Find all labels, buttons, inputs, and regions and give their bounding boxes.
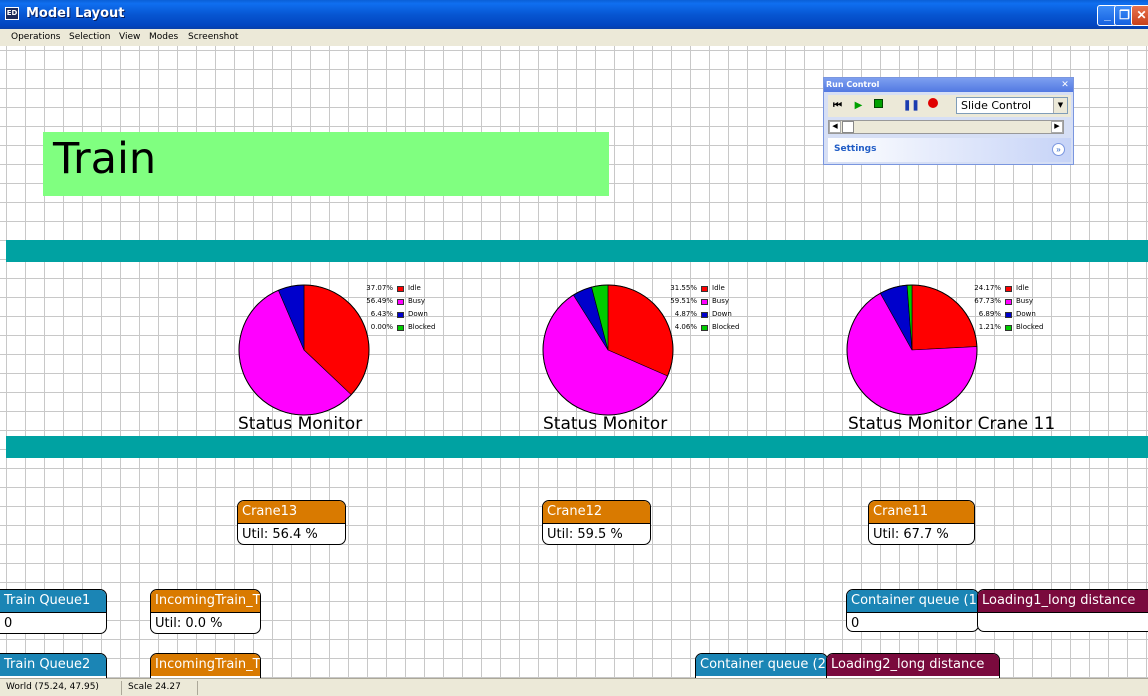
status-monitor-pie-1[interactable] xyxy=(238,284,370,416)
status-monitor-legend-3: 24.17% Idle 67.73% Busy 6.89% Down 1.21% Blo… xyxy=(968,282,1043,334)
speed-slider[interactable]: ◀ ▶ xyxy=(828,120,1064,134)
world-coordinates: World (75.24, 47.95) xyxy=(2,681,122,695)
settings-section[interactable]: Settings » xyxy=(828,138,1071,162)
legend-row-busy: 59.51% Busy xyxy=(670,297,730,305)
train-queue1-name: Train Queue1 xyxy=(0,590,106,612)
status-monitor-label-3: Status Monitor Crane 11 xyxy=(848,414,1056,434)
train-queue1-value: 0 xyxy=(0,612,106,633)
stop-icon[interactable] xyxy=(871,98,886,114)
window-title: Model Layout xyxy=(26,6,125,21)
menu-modes[interactable]: Modes xyxy=(149,32,178,42)
legend-row-blocked: 4.06% Blocked xyxy=(674,323,740,331)
loading2-box[interactable]: Loading2_long distance xyxy=(826,653,1000,678)
chevron-down-icon[interactable]: ▼ xyxy=(1053,98,1067,113)
crane13-name: Crane13 xyxy=(238,501,345,523)
train-queue1-box[interactable]: Train Queue1 0 xyxy=(0,589,107,634)
scroll-right-icon[interactable]: ▶ xyxy=(1051,121,1063,133)
incoming-train-2-name: IncomingTrain_T xyxy=(151,654,260,676)
run-control-panel[interactable]: Run Control ✕ ⏮ ▶ ❚❚ Slide Control ▼ ◀ ▶… xyxy=(823,77,1074,165)
reset-icon[interactable]: ⏮ xyxy=(830,98,845,114)
status-monitor-label-2: Status Monitor xyxy=(543,414,668,434)
close-icon[interactable]: ✕ xyxy=(1060,80,1070,90)
legend-row-down: 6.43% Down xyxy=(370,310,428,318)
speed-mode-value: Slide Control xyxy=(961,99,1032,112)
container-queue-2-name: Container queue (2) xyxy=(696,654,827,676)
incoming-train-1-util: Util: 0.0 % xyxy=(151,612,260,633)
loading2-name: Loading2_long distance xyxy=(827,654,999,676)
crane12-util: Util: 59.5 % xyxy=(543,523,650,544)
legend-row-idle: 31.55% Idle xyxy=(670,284,725,292)
crane12-name: Crane12 xyxy=(543,501,650,523)
record-icon[interactable] xyxy=(925,98,940,114)
app-icon: ED xyxy=(5,7,19,20)
status-monitor-pie-3[interactable] xyxy=(846,284,978,416)
expand-icon[interactable]: » xyxy=(1052,143,1065,156)
train-queue2-box[interactable]: Train Queue2 xyxy=(0,653,107,678)
crane11-name: Crane11 xyxy=(869,501,974,523)
separator-band-bottom xyxy=(6,436,1148,458)
run-control-title: Run Control xyxy=(826,80,880,89)
menu-screenshot[interactable]: Screenshot xyxy=(188,32,238,42)
incoming-train-2-box[interactable]: IncomingTrain_T xyxy=(150,653,261,678)
loading1-value xyxy=(978,612,1148,631)
legend-row-idle: 37.07% Idle xyxy=(366,284,421,292)
legend-row-blocked: 1.21% Blocked xyxy=(978,323,1044,331)
legend-row-busy: 67.73% Busy xyxy=(974,297,1034,305)
crane13-util: Util: 56.4 % xyxy=(238,523,345,544)
run-control-titlebar[interactable]: Run Control ✕ xyxy=(824,78,1073,92)
train-queue2-name: Train Queue2 xyxy=(0,654,106,676)
loading1-box[interactable]: Loading1_long distance xyxy=(977,589,1148,632)
settings-label: Settings xyxy=(834,144,877,154)
crane12-box[interactable]: Crane12 Util: 59.5 % xyxy=(542,500,651,545)
legend-row-down: 6.89% Down xyxy=(978,310,1036,318)
speed-mode-select[interactable]: Slide Control ▼ xyxy=(956,97,1068,114)
status-monitor-legend-1: 37.07% Idle 56.49% Busy 6.43% Down 0.00% Blo… xyxy=(360,282,435,334)
menu-view[interactable]: View xyxy=(119,32,140,42)
status-monitor-label-1: Status Monitor xyxy=(238,414,363,434)
play-icon[interactable]: ▶ xyxy=(851,98,866,114)
separator-band-top xyxy=(6,240,1148,262)
container-queue-1-box[interactable]: Container queue (1) 0 xyxy=(846,589,979,632)
scroll-left-icon[interactable]: ◀ xyxy=(829,121,841,133)
run-control-toolbar: ⏮ ▶ ❚❚ Slide Control ▼ xyxy=(828,95,1071,117)
incoming-train-1-name: IncomingTrain_T xyxy=(151,590,260,612)
loading1-name: Loading1_long distance xyxy=(978,590,1148,612)
status-monitor-pie-2[interactable] xyxy=(542,284,674,416)
container-queue-2-box[interactable]: Container queue (2) xyxy=(695,653,828,678)
incoming-train-1-box[interactable]: IncomingTrain_T Util: 0.0 % xyxy=(150,589,261,634)
legend-row-down: 4.87% Down xyxy=(674,310,732,318)
legend-row-idle: 24.17% Idle xyxy=(974,284,1029,292)
title-bar: ED Model Layout _ ❐ ✕ xyxy=(0,0,1148,29)
crane11-box[interactable]: Crane11 Util: 67.7 % xyxy=(868,500,975,545)
pause-icon[interactable]: ❚❚ xyxy=(903,98,920,114)
train-title-label: Train xyxy=(53,134,157,184)
speed-slider-thumb[interactable] xyxy=(842,121,854,133)
close-icon[interactable]: ✕ xyxy=(1131,5,1148,26)
train-title-box[interactable]: Train xyxy=(43,132,609,196)
crane11-util: Util: 67.7 % xyxy=(869,523,974,544)
container-queue-1-name: Container queue (1) xyxy=(847,590,978,612)
menu-selection[interactable]: Selection xyxy=(69,32,110,42)
legend-row-blocked: 0.00% Blocked xyxy=(370,323,436,331)
scale-readout: Scale 24.27 xyxy=(124,681,198,695)
menu-bar: Operations Selection View Modes Screensh… xyxy=(0,29,1148,46)
menu-operations[interactable]: Operations xyxy=(11,32,60,42)
status-monitor-legend-2: 31.55% Idle 59.51% Busy 4.87% Down 4.06% Blo… xyxy=(664,282,739,334)
crane13-box[interactable]: Crane13 Util: 56.4 % xyxy=(237,500,346,545)
legend-row-busy: 56.49% Busy xyxy=(366,297,426,305)
container-queue-1-value: 0 xyxy=(847,612,978,631)
status-bar: World (75.24, 47.95) Scale 24.27 xyxy=(0,678,1148,696)
